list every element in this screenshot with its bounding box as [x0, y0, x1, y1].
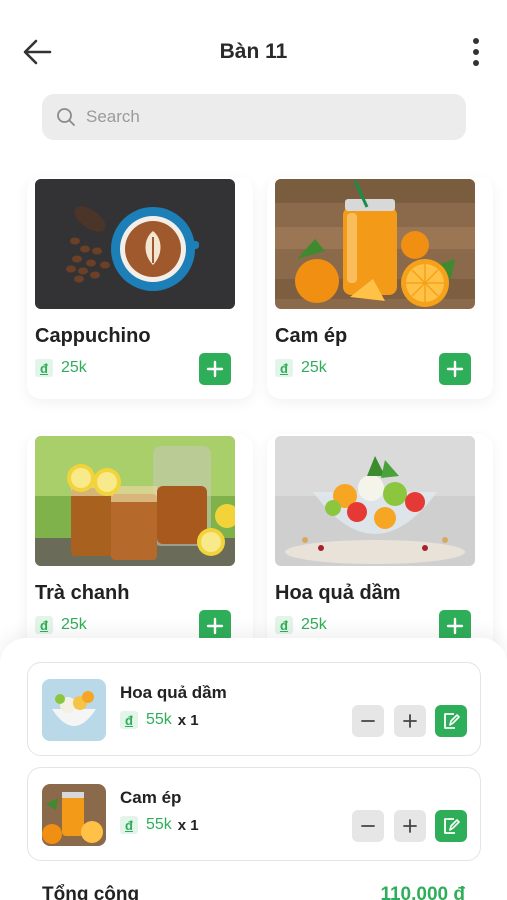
edit-note-button[interactable]	[435, 810, 467, 842]
product-name: Trà chanh	[35, 582, 130, 604]
increase-quantity-button[interactable]	[394, 810, 426, 842]
price-text: 25k	[61, 359, 87, 376]
cart-item-image	[42, 679, 106, 741]
plus-icon	[446, 617, 464, 635]
product-price: đ 25k	[275, 616, 327, 634]
total-value: 110.000 đ	[380, 884, 465, 900]
increase-quantity-button[interactable]	[394, 705, 426, 737]
product-image-cappuchino	[35, 179, 235, 309]
product-card[interactable]: Cappuchino đ 25k	[27, 177, 253, 399]
product-card[interactable]: Cam ép đ 25k	[267, 177, 493, 399]
product-image-tra-chanh	[35, 436, 235, 566]
dong-icon: đ	[35, 616, 53, 634]
note-edit-icon	[444, 818, 460, 834]
plus-icon	[206, 360, 224, 378]
more-vertical-icon	[473, 38, 479, 66]
search-bar[interactable]	[42, 94, 466, 140]
add-to-cart-button[interactable]	[439, 353, 471, 385]
product-name: Cappuchino	[35, 325, 151, 347]
product-name: Cam ép	[275, 325, 348, 347]
add-to-cart-button[interactable]	[199, 353, 231, 385]
price-text: 55k	[146, 711, 172, 728]
product-price: đ 25k	[35, 359, 87, 377]
plus-icon	[403, 819, 417, 833]
price-text: 25k	[301, 359, 327, 376]
minus-icon	[361, 720, 375, 722]
product-name: Hoa quả dầm	[275, 582, 401, 604]
product-price: đ 25k	[275, 359, 327, 377]
product-image-hoa-qua-dam	[275, 436, 475, 566]
dong-icon: đ	[120, 816, 138, 834]
more-button[interactable]	[469, 36, 483, 68]
plus-icon	[206, 617, 224, 635]
dong-icon: đ	[275, 359, 293, 377]
cart-item-price: đ 55k x 1	[120, 711, 199, 729]
cart-item: Cam ép đ 55k x 1	[27, 767, 481, 861]
price-text: 25k	[61, 616, 87, 633]
cart-sheet: Hoa quả dầm đ 55k x 1 Cam ép đ 55k x 1	[0, 638, 507, 900]
price-text: 55k	[146, 816, 172, 833]
decrease-quantity-button[interactable]	[352, 810, 384, 842]
edit-note-button[interactable]	[435, 705, 467, 737]
price-text: 25k	[301, 616, 327, 633]
minus-icon	[361, 825, 375, 827]
product-card[interactable]: Trà chanh đ 25k	[27, 434, 253, 656]
note-edit-icon	[444, 713, 460, 729]
app-header: Bàn 11	[0, 0, 507, 100]
cart-item-quantity: x 1	[177, 711, 199, 729]
cart-item-quantity: x 1	[177, 816, 199, 834]
product-image-cam-ep	[275, 179, 475, 309]
search-icon	[57, 108, 75, 126]
dong-icon: đ	[120, 711, 138, 729]
plus-icon	[403, 714, 417, 728]
cart-item-name: Cam ép	[120, 788, 182, 807]
total-label: Tổng cộng	[42, 884, 140, 900]
dong-icon: đ	[35, 359, 53, 377]
product-card[interactable]: Hoa quả dầm đ 25k	[267, 434, 493, 656]
product-price: đ 25k	[35, 616, 87, 634]
cart-item-price: đ 55k x 1	[120, 816, 199, 834]
search-input[interactable]	[86, 107, 446, 127]
plus-icon	[446, 360, 464, 378]
cart-item: Hoa quả dầm đ 55k x 1	[27, 662, 481, 756]
cart-item-image	[42, 784, 106, 846]
cart-item-name: Hoa quả dầm	[120, 683, 227, 702]
dong-icon: đ	[275, 616, 293, 634]
page-title: Bàn 11	[219, 40, 288, 63]
decrease-quantity-button[interactable]	[352, 705, 384, 737]
